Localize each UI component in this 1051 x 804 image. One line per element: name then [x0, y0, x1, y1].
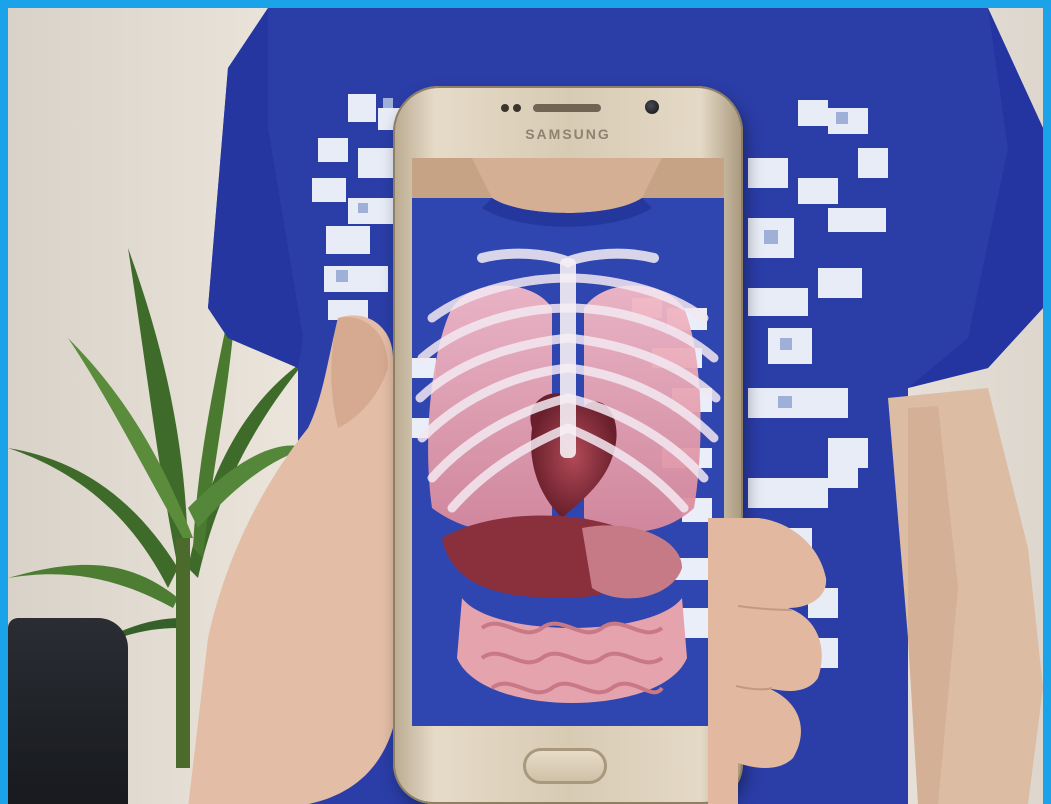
earpiece-speaker — [533, 104, 601, 112]
sensor-dot-icon — [501, 104, 509, 112]
ar-anatomy-view — [412, 158, 724, 726]
sensor-dot-icon — [513, 104, 521, 112]
phone-brand-label: SAMSUNG — [525, 126, 611, 142]
home-button[interactable] — [523, 748, 607, 784]
dark-chair — [8, 618, 128, 804]
right-hand-fingers — [708, 518, 827, 804]
phone-top-bezel: SAMSUNG — [393, 86, 743, 156]
photo-frame: SAMSUNG — [0, 0, 1051, 804]
photo-scene: SAMSUNG — [8, 8, 1043, 804]
front-camera-icon — [645, 100, 659, 114]
smartphone: SAMSUNG — [393, 86, 743, 804]
phone-screen-ar-anatomy[interactable] — [412, 158, 724, 726]
person-arm — [888, 388, 1043, 804]
left-hand — [188, 315, 393, 804]
